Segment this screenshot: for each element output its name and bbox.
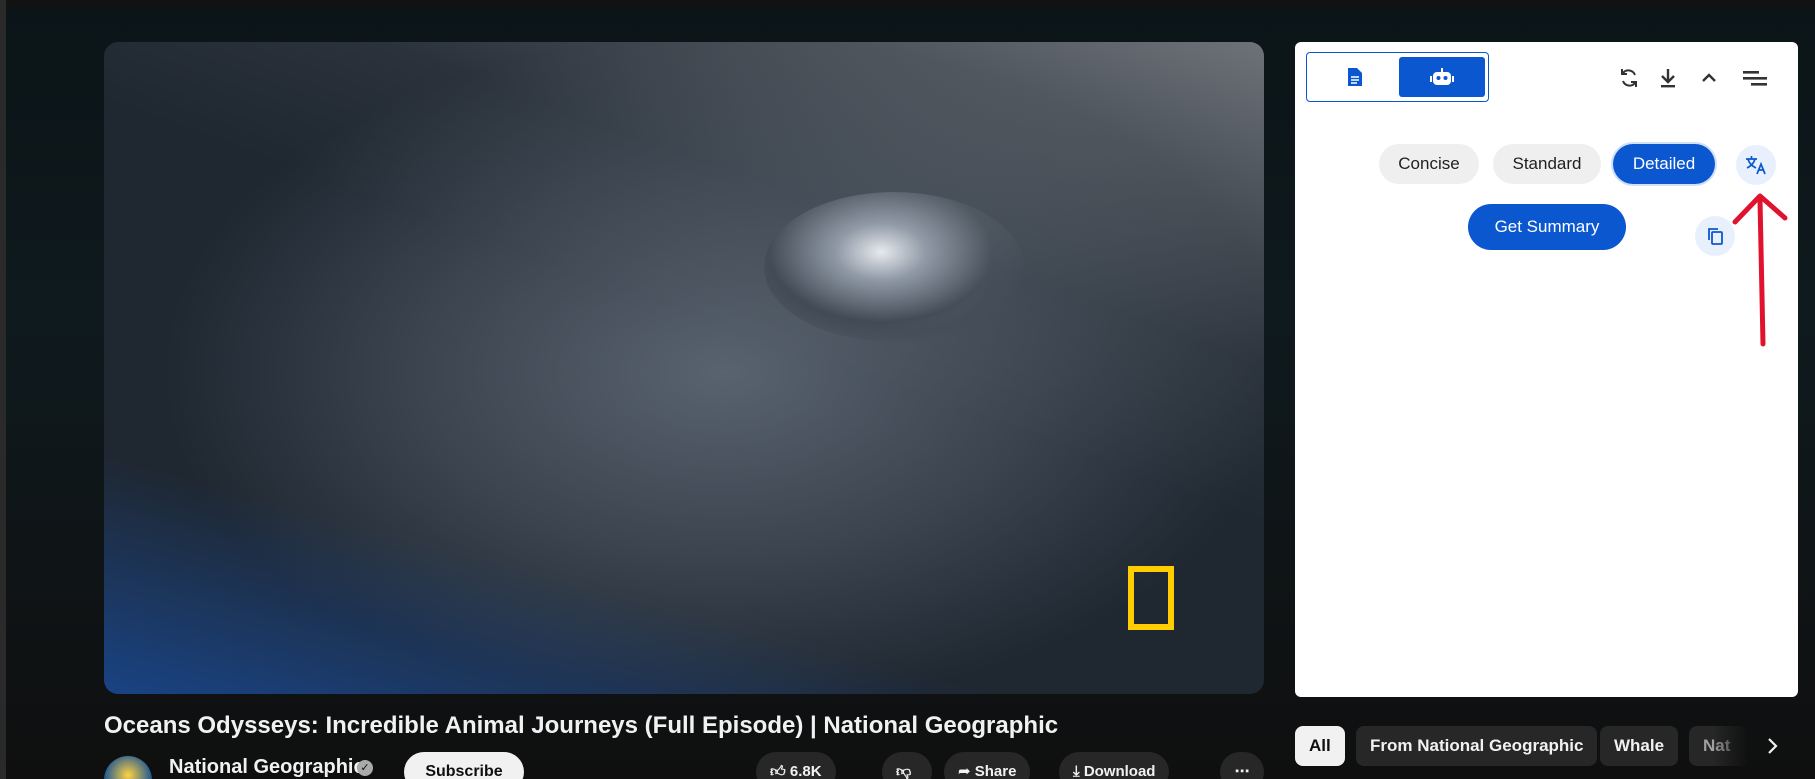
annotation-arrow <box>1732 193 1788 347</box>
dislike-icon: 👎︎ <box>896 763 912 779</box>
translate-button[interactable] <box>1736 145 1776 185</box>
chip-from-national-geographic[interactable]: From National Geographic <box>1356 726 1598 766</box>
verified-icon: ✓ <box>357 760 373 776</box>
chip-all[interactable]: All <box>1295 726 1345 766</box>
menu-icon <box>1743 71 1767 86</box>
chips-next-button[interactable] <box>1753 726 1793 766</box>
chip-nature-partial[interactable]: Nat <box>1689 726 1749 766</box>
channel-row: National Geographic ✓ Subscribe 👍︎ 6.8K … <box>104 752 1264 779</box>
summary-panel: Concise Standard Detailed Get Summary <box>1295 42 1798 697</box>
download-icon <box>1661 69 1675 88</box>
share-button[interactable]: ➦ Share <box>944 752 1031 779</box>
share-label: Share <box>974 763 1017 779</box>
download-button[interactable]: ⤓ Download <box>1059 752 1170 779</box>
video-player[interactable] <box>104 42 1264 694</box>
dislike-button[interactable]: 👎︎ <box>882 752 932 779</box>
length-option-concise[interactable]: Concise <box>1379 144 1479 184</box>
menu-button[interactable] <box>1741 64 1769 92</box>
like-icon: 👍︎ <box>770 763 786 779</box>
video-light-overlay <box>104 42 1264 694</box>
like-count: 6.8K <box>789 763 822 779</box>
transcript-mode-button[interactable] <box>1311 57 1399 97</box>
copy-icon <box>1708 228 1723 245</box>
length-option-standard[interactable]: Standard <box>1493 144 1601 184</box>
download-video-icon: ⤓ <box>1073 763 1080 779</box>
more-actions-button[interactable]: ⋯ <box>1220 752 1264 779</box>
ai-mode-button[interactable] <box>1399 57 1485 97</box>
like-button[interactable]: 👍︎ 6.8K <box>756 752 836 779</box>
download-button-panel[interactable] <box>1654 64 1682 92</box>
top-bar <box>0 0 1815 8</box>
related-filter-chips: All From National Geographic Whale Nat <box>1295 726 1798 766</box>
subscribe-button[interactable]: Subscribe <box>404 752 524 779</box>
refresh-icon <box>1621 69 1637 87</box>
chip-whale[interactable]: Whale <box>1600 726 1679 766</box>
chevron-up-icon <box>1702 73 1716 82</box>
refresh-button[interactable] <box>1615 64 1643 92</box>
translate-icon <box>1746 156 1766 175</box>
transcript-icon <box>1348 68 1362 86</box>
collapse-button[interactable] <box>1695 64 1723 92</box>
channel-avatar[interactable] <box>104 756 152 779</box>
window-edge <box>0 0 6 779</box>
natgeo-logo-icon <box>1128 566 1174 630</box>
get-summary-button[interactable]: Get Summary <box>1468 204 1626 250</box>
video-title: Oceans Odysseys: Incredible Animal Journ… <box>104 712 1059 739</box>
share-icon: ➦ <box>958 763 971 779</box>
mode-toggle <box>1306 52 1489 102</box>
download-label: Download <box>1083 763 1156 779</box>
chevron-right-icon <box>1768 738 1778 754</box>
more-icon: ⋯ <box>1234 763 1250 779</box>
robot-icon <box>1430 68 1454 85</box>
channel-name[interactable]: National Geographic <box>169 756 365 779</box>
youtube-watch-page: Oceans Odysseys: Incredible Animal Journ… <box>0 0 1815 779</box>
length-option-detailed[interactable]: Detailed <box>1613 144 1715 184</box>
